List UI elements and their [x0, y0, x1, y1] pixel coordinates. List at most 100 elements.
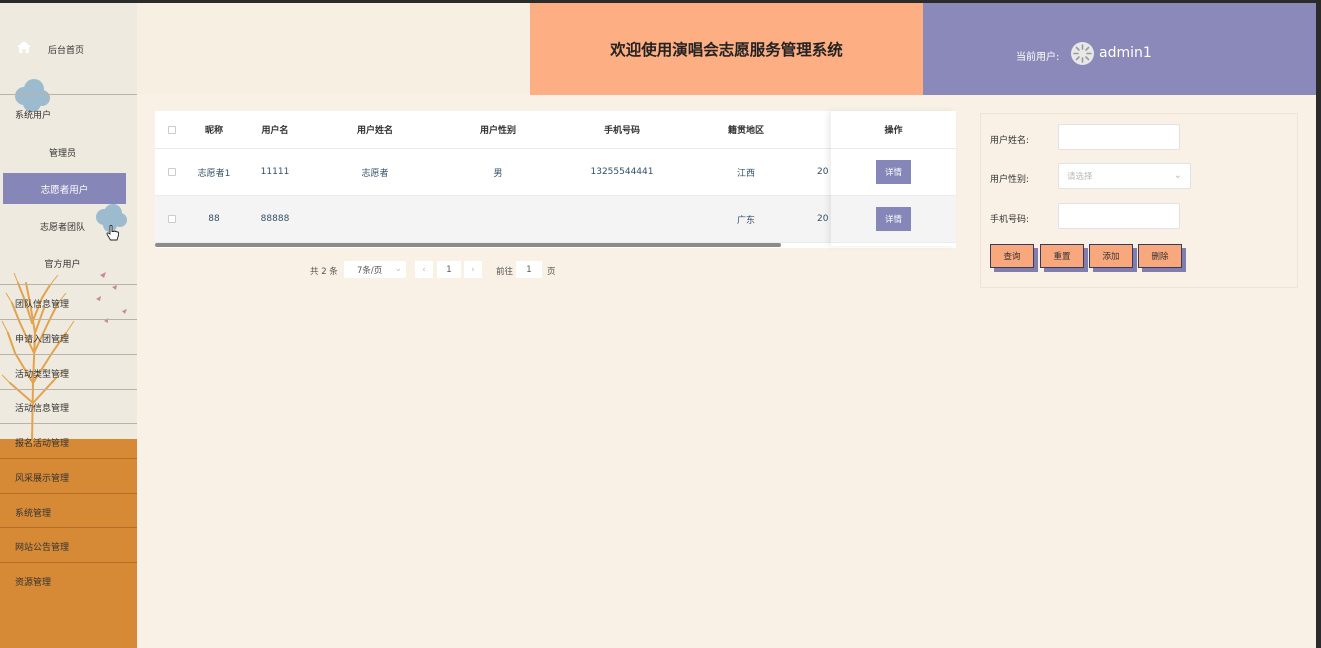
- detail-button[interactable]: 详情: [876, 207, 911, 231]
- search-panel: 用户姓名: 用户性别: 请选择 ⌄ 手机号码: 查询 重置 添加 删除: [980, 113, 1298, 288]
- cell-phone: 13255544441: [590, 167, 654, 177]
- sidebar-item-label: 系统管理: [15, 509, 52, 519]
- page-suffix-label: 页: [547, 267, 556, 277]
- page-title: 欢迎使用演唱会志愿服务管理系统: [610, 41, 843, 59]
- select-all-checkbox-cell[interactable]: [163, 111, 181, 148]
- column-header-username[interactable]: 用户名: [245, 111, 305, 148]
- menu-divider: [0, 354, 137, 355]
- name-field-label: 用户姓名:: [990, 136, 1030, 146]
- delete-button[interactable]: 删除: [1138, 244, 1182, 268]
- home-menu-label: 后台首页: [48, 46, 85, 56]
- actions-cell: 详情: [831, 196, 956, 243]
- row-checkbox-cell[interactable]: [163, 196, 181, 242]
- header-left-panel: [137, 3, 530, 95]
- goto-page-input[interactable]: 1: [516, 261, 542, 278]
- prev-page-button[interactable]: ‹: [415, 261, 433, 278]
- add-button[interactable]: 添加: [1089, 244, 1133, 268]
- cell-name: [335, 196, 415, 242]
- chevron-left-icon: ‹: [422, 264, 426, 275]
- column-header-actions: 操作: [831, 111, 956, 149]
- gender-select-placeholder: 请选择: [1067, 172, 1093, 182]
- home-icon: [17, 41, 31, 53]
- row-checkbox-cell[interactable]: [163, 149, 181, 195]
- cell-username: 11111: [260, 167, 290, 177]
- sidebar: 后台首页 系统用户 管理员 志愿者用户 志愿者团队 官方用户 团队信息管理 申请…: [0, 3, 137, 648]
- cell-nickname: 88: [208, 214, 220, 224]
- sidebar-item-label: 团队信息管理: [15, 300, 70, 310]
- sidebar-item-team-info[interactable]: 团队信息管理: [0, 297, 137, 311]
- gender-select[interactable]: 请选择 ⌄: [1058, 163, 1191, 189]
- sidebar-item-label: 志愿者用户: [40, 184, 89, 196]
- row-checkbox[interactable]: [168, 168, 176, 176]
- cell-gender: 男: [493, 168, 503, 179]
- sidebar-item-volunteer-users[interactable]: 志愿者用户: [3, 173, 126, 204]
- cell-region: 广东: [736, 215, 755, 226]
- menu-divider: [0, 527, 137, 528]
- gender-field-label: 用户性别:: [990, 175, 1030, 185]
- sidebar-item-resources[interactable]: 资源管理: [0, 575, 137, 589]
- sidebar-item-system-users[interactable]: 系统用户: [0, 108, 137, 122]
- cell-nickname: 志愿者1: [197, 168, 231, 179]
- chevron-right-icon: ›: [471, 264, 475, 275]
- home-menu-item[interactable]: 后台首页: [0, 3, 137, 95]
- avatar[interactable]: [1071, 42, 1094, 65]
- name-search-input[interactable]: [1058, 124, 1180, 150]
- sidebar-item-activity-info[interactable]: 活动信息管理: [0, 401, 137, 415]
- app-window: 后台首页 系统用户 管理员 志愿者用户 志愿者团队 官方用户 团队信息管理 申请…: [0, 3, 1316, 648]
- query-button[interactable]: 查询: [990, 244, 1034, 268]
- page-size-value: 7条/页: [357, 265, 383, 276]
- cell-gender: [458, 196, 538, 242]
- users-table: 昵称 用户名 用户姓名 用户性别 手机号码 籍贯地区 志愿者1 11111 志愿…: [155, 111, 956, 248]
- sidebar-item-activity-types[interactable]: 活动类型管理: [0, 367, 137, 381]
- sidebar-item-label: 管理员: [48, 149, 76, 159]
- phone-field-label: 手机号码:: [990, 215, 1030, 225]
- select-all-checkbox[interactable]: [168, 125, 176, 134]
- cell-phone: [572, 196, 672, 242]
- menu-divider: [0, 493, 137, 494]
- sidebar-item-label: 报名活动管理: [15, 439, 70, 449]
- actions-cell: 详情: [831, 149, 956, 196]
- table-horizontal-scrollbar[interactable]: [155, 243, 781, 247]
- column-header-name[interactable]: 用户姓名: [335, 111, 415, 148]
- sidebar-item-label: 活动类型管理: [15, 370, 70, 380]
- sidebar-item-label: 申请入团管理: [15, 335, 70, 345]
- header-title-panel: 欢迎使用演唱会志愿服务管理系统: [530, 3, 923, 95]
- menu-divider: [0, 458, 137, 459]
- pagination-total: 共 2 条: [310, 267, 338, 277]
- menu-divider: [0, 284, 137, 285]
- sidebar-item-system-management[interactable]: 系统管理: [0, 506, 137, 520]
- cell-region: 江西: [736, 168, 755, 179]
- hand-cursor-icon: [106, 225, 119, 241]
- next-page-button[interactable]: ›: [464, 261, 482, 278]
- sidebar-item-label: 官方用户: [44, 260, 81, 270]
- column-header-gender[interactable]: 用户性别: [458, 111, 538, 148]
- page-number-current[interactable]: 1: [437, 261, 461, 278]
- chevron-down-icon: ⌄: [1173, 170, 1182, 181]
- sidebar-item-showcase[interactable]: 风采展示管理: [0, 471, 137, 485]
- page-size-select[interactable]: 7条/页 ⌄: [344, 261, 406, 278]
- avatar-icon: [1071, 42, 1094, 65]
- sidebar-item-announcements[interactable]: 网站公告管理: [0, 540, 137, 554]
- sidebar-item-label: 网站公告管理: [15, 543, 70, 553]
- column-header-nickname[interactable]: 昵称: [189, 111, 239, 148]
- reset-button[interactable]: 重置: [1040, 244, 1084, 268]
- chevron-down-icon: ⌄: [394, 264, 402, 274]
- menu-divider: [0, 423, 137, 424]
- goto-label: 前往: [496, 267, 514, 277]
- sidebar-item-label: 活动信息管理: [15, 404, 70, 414]
- detail-button[interactable]: 详情: [876, 160, 911, 184]
- sidebar-item-registration[interactable]: 报名活动管理: [0, 436, 137, 450]
- username-text[interactable]: admin1: [1099, 45, 1152, 61]
- phone-search-input[interactable]: [1058, 203, 1180, 229]
- cell-username: 88888: [260, 214, 290, 224]
- sidebar-item-join-requests[interactable]: 申请入团管理: [0, 332, 137, 346]
- row-checkbox[interactable]: [168, 215, 176, 223]
- sidebar-item-label: 资源管理: [15, 578, 52, 588]
- menu-divider: [0, 319, 137, 320]
- sidebar-item-admin[interactable]: 管理员: [0, 146, 137, 160]
- current-user-label: 当前用户:: [1016, 52, 1060, 63]
- column-header-region[interactable]: 籍贯地区: [706, 111, 786, 148]
- sidebar-item-official-users[interactable]: 官方用户: [0, 257, 137, 271]
- column-header-phone[interactable]: 手机号码: [572, 111, 672, 148]
- menu-divider: [0, 562, 137, 563]
